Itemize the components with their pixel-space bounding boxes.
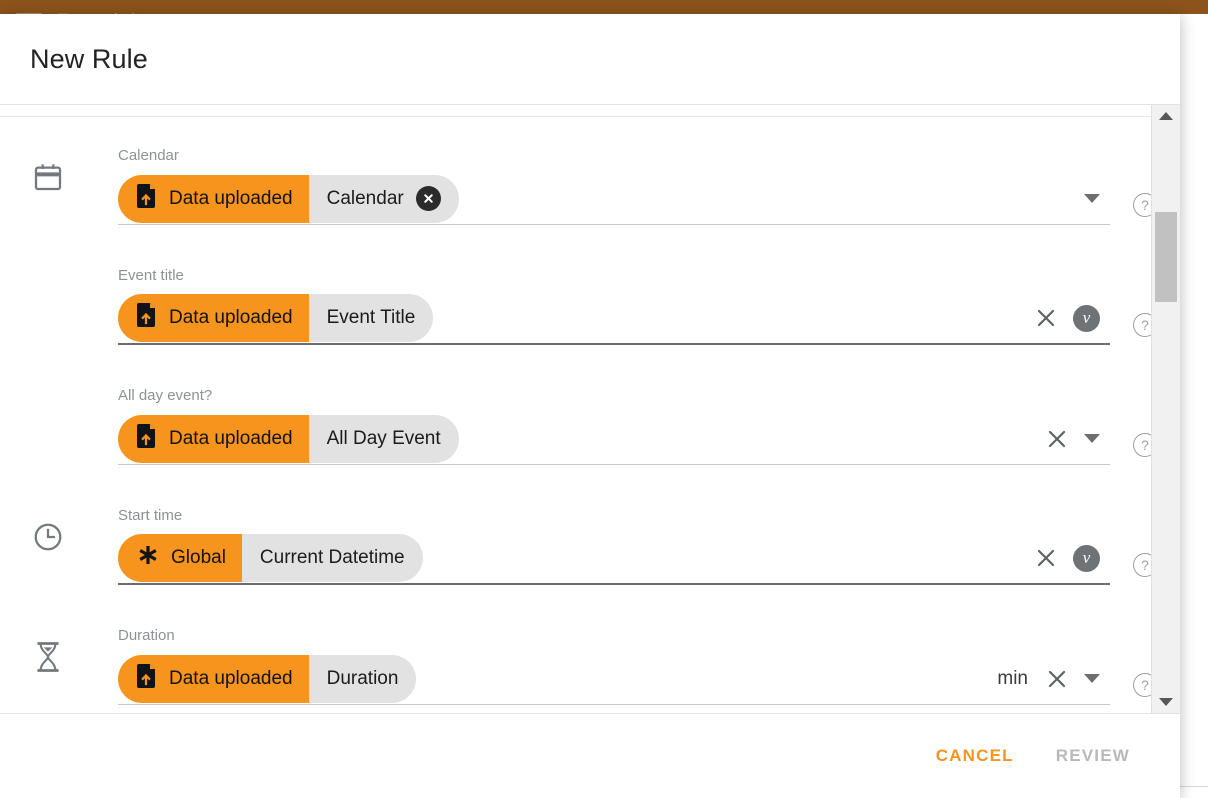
field-row-duration: Duration Data uploaded Duration min ? xyxy=(0,597,1151,713)
value-chip[interactable]: Data uploaded Event Title xyxy=(118,294,434,342)
new-rule-dialog: New Rule ▸ ADD NEXT ACTION ? xyxy=(0,14,1180,798)
chip-value: Current Datetime xyxy=(242,534,423,582)
field-input-event-title[interactable]: Data uploaded Event Title v xyxy=(118,293,1110,345)
chip-source: Data uploaded xyxy=(118,174,309,223)
dialog-footer: CANCEL REVIEW xyxy=(0,714,1180,798)
chip-value: Duration xyxy=(309,655,417,703)
field-row-event-title: Event title Data uploaded Event Title v … xyxy=(0,237,1151,357)
chip-value: Event Title xyxy=(309,294,434,342)
field-label: Start time xyxy=(118,507,183,524)
cancel-button[interactable]: CANCEL xyxy=(920,734,1030,778)
chip-source-label: Data uploaded xyxy=(169,427,293,449)
clear-x-icon[interactable] xyxy=(1033,305,1059,331)
calendar-icon xyxy=(28,117,68,237)
value-chip[interactable]: Data uploaded All Day Event xyxy=(118,414,459,463)
dialog-title: New Rule xyxy=(30,43,148,74)
help-icon[interactable]: ? xyxy=(1133,433,1151,457)
dropdown-caret-icon[interactable] xyxy=(1084,674,1100,683)
value-chip[interactable]: Data uploaded Calendar xyxy=(118,174,459,223)
chip-value-label: Current Datetime xyxy=(259,547,405,568)
dialog-header: New Rule xyxy=(0,14,1180,104)
field-label: All day event? xyxy=(118,387,213,404)
help-icon[interactable]: ? xyxy=(1133,673,1151,697)
chip-source-label: Data uploaded xyxy=(169,667,293,689)
field-input-duration[interactable]: Data uploaded Duration min xyxy=(118,653,1110,705)
chip-source-label: Data uploaded xyxy=(169,187,293,209)
chip-value-label: Duration xyxy=(326,667,399,689)
field-row-all-day-event: All day event? Data uploaded All Day Eve… xyxy=(0,357,1151,477)
clear-x-icon[interactable] xyxy=(1044,426,1070,452)
dropdown-caret-icon[interactable] xyxy=(1084,194,1100,203)
help-icon[interactable]: ? xyxy=(1133,553,1151,577)
variable-badge-icon[interactable]: v xyxy=(1073,544,1100,572)
field-label: Duration xyxy=(118,627,175,644)
field-row-calendar: Calendar Data uploaded Calendar ? xyxy=(0,117,1151,237)
chip-value-label: Event Title xyxy=(326,307,416,328)
dropdown-caret-icon[interactable] xyxy=(1084,434,1100,443)
clear-x-icon[interactable] xyxy=(1044,666,1070,692)
data-upload-icon xyxy=(136,183,158,214)
dialog-scroll-area[interactable]: ▸ ADD NEXT ACTION ? xyxy=(0,105,1151,713)
chip-source-label: Global xyxy=(171,547,226,568)
chip-source: Data uploaded xyxy=(118,414,309,463)
variable-badge-icon[interactable]: v xyxy=(1073,304,1100,332)
chip-source: Data uploaded xyxy=(118,294,309,342)
chip-source-label: Data uploaded xyxy=(169,307,293,328)
data-upload-icon xyxy=(136,663,158,694)
value-chip[interactable]: Data uploaded Duration xyxy=(118,654,417,703)
value-chip[interactable]: Global Current Datetime xyxy=(118,534,423,582)
field-row-start-time: Start time Global Current Datetime v ? xyxy=(0,477,1151,597)
chip-value-label: All Day Event xyxy=(326,427,441,449)
data-upload-icon xyxy=(136,303,158,333)
scroll-down-arrow-icon[interactable] xyxy=(1152,691,1180,713)
chip-source: Data uploaded xyxy=(118,654,309,703)
field-input-start-time[interactable]: Global Current Datetime v xyxy=(118,533,1110,585)
field-label: Event title xyxy=(118,267,184,284)
chip-value: Calendar xyxy=(309,175,459,223)
chip-source: Global xyxy=(118,534,242,582)
hourglass-icon xyxy=(28,597,68,713)
chip-value: All Day Event xyxy=(309,415,459,463)
scrollbar-track[interactable] xyxy=(1152,127,1180,691)
clear-x-icon[interactable] xyxy=(1033,545,1059,571)
data-upload-icon xyxy=(136,423,158,454)
global-asterisk-icon xyxy=(136,543,160,573)
chip-remove-icon[interactable] xyxy=(415,186,441,211)
help-icon[interactable]: ? xyxy=(1133,193,1151,217)
app-topbar: Foresight xyxy=(0,0,1208,14)
review-button[interactable]: REVIEW xyxy=(1040,734,1146,778)
field-label: Calendar xyxy=(118,147,179,164)
dialog-scrollbar[interactable] xyxy=(1151,105,1180,713)
field-input-all-day-event[interactable]: Data uploaded All Day Event xyxy=(118,413,1110,465)
field-input-calendar[interactable]: Data uploaded Calendar xyxy=(118,173,1110,225)
duration-unit-label: min xyxy=(997,667,1028,689)
scrollbar-thumb[interactable] xyxy=(1155,212,1177,302)
chip-value-label: Calendar xyxy=(326,187,404,209)
help-icon[interactable]: ? xyxy=(1133,313,1151,337)
scroll-up-arrow-icon[interactable] xyxy=(1152,105,1180,127)
clock-icon xyxy=(28,477,68,597)
add-next-action-row[interactable]: ▸ ADD NEXT ACTION ? xyxy=(0,105,1151,117)
